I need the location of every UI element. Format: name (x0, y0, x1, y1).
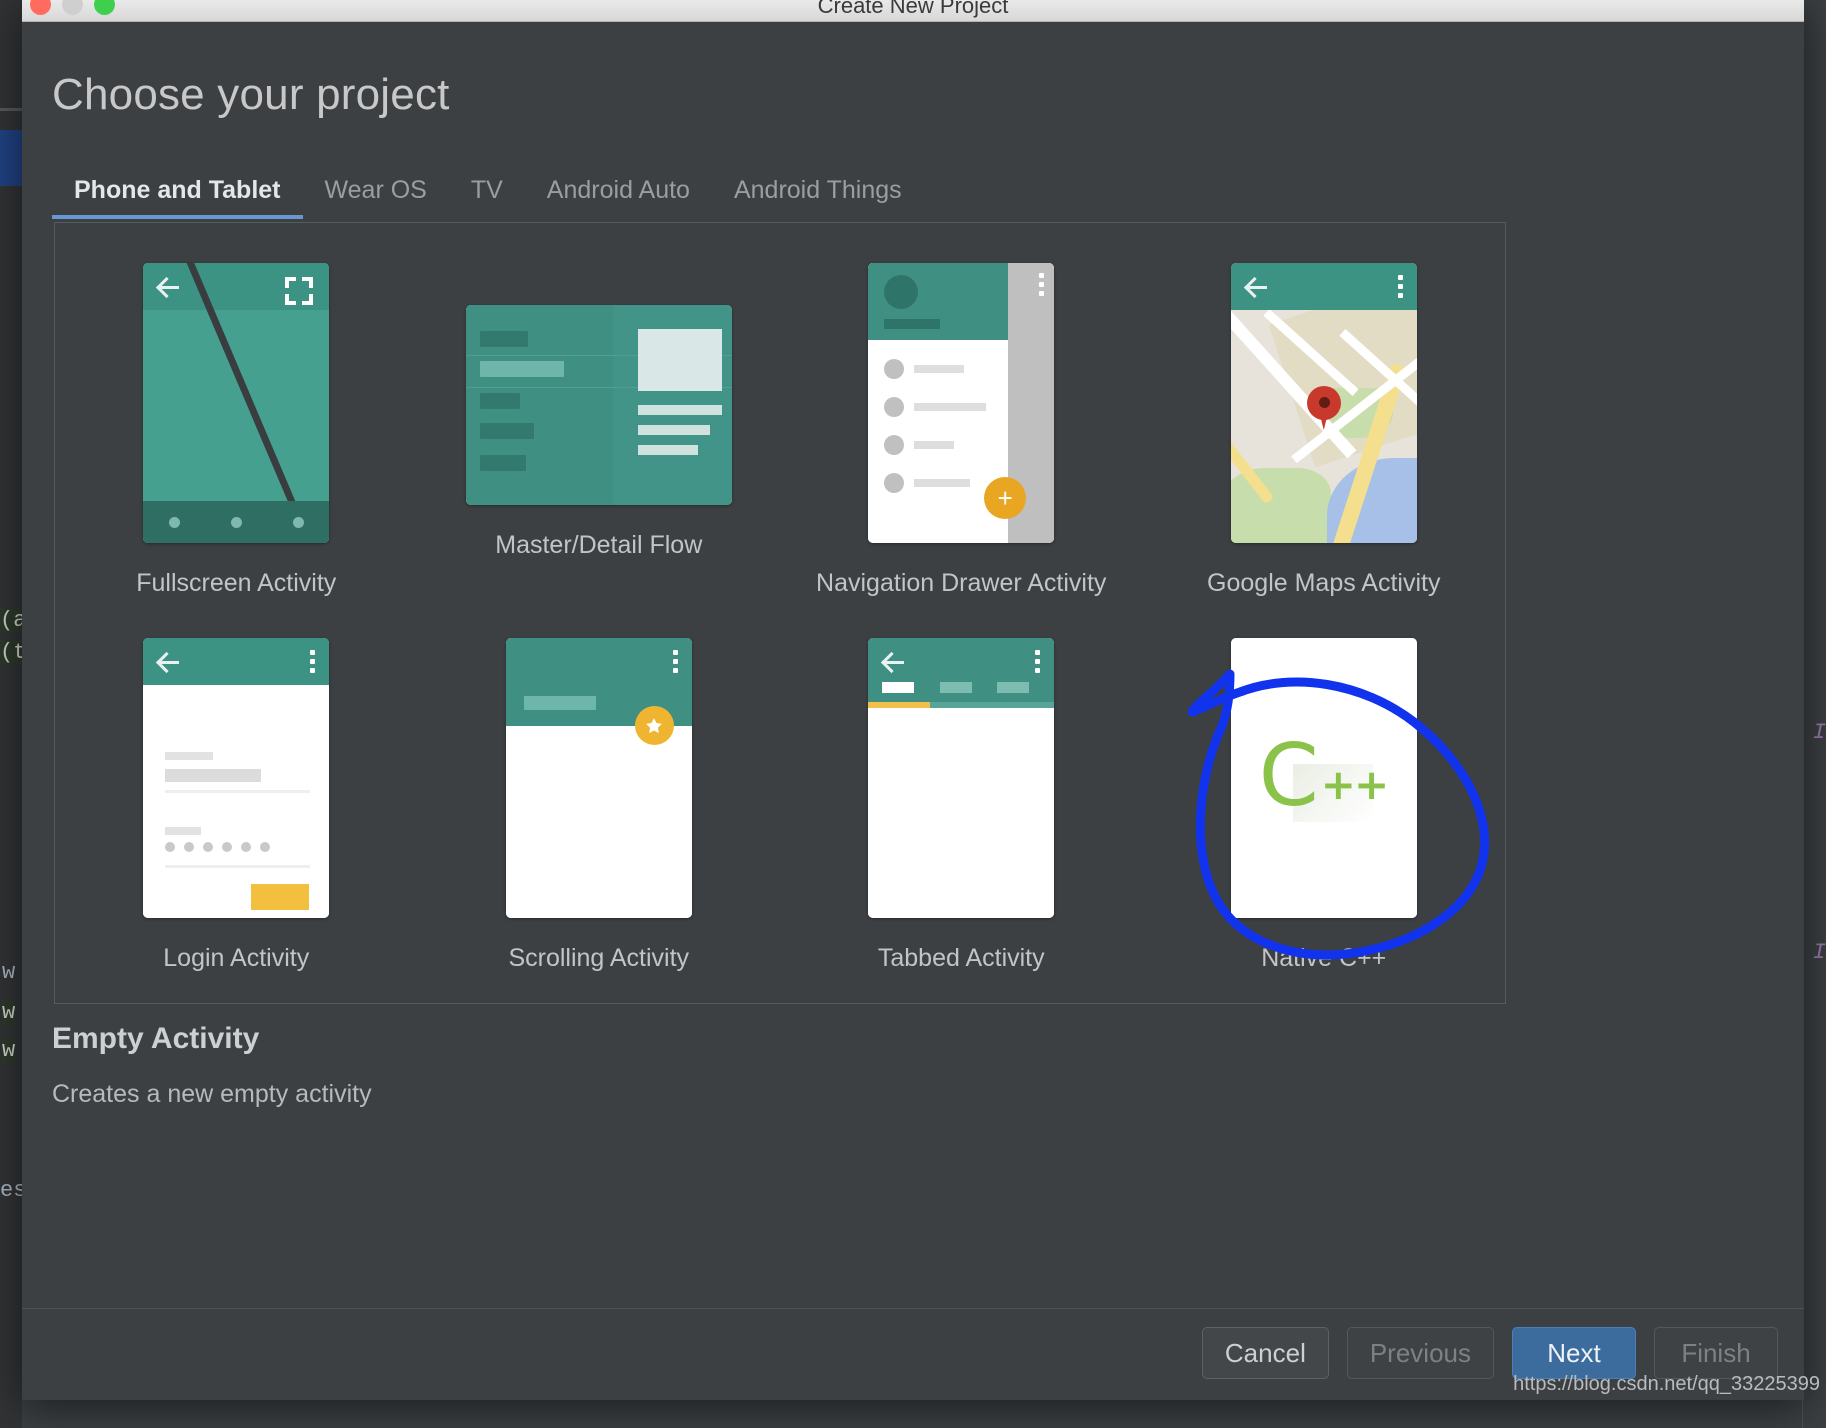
template-label: Bottom Navigation Activity (1179, 222, 1468, 223)
template-label: Fullscreen Activity (136, 569, 337, 597)
thumbnail-login-activity (143, 638, 330, 918)
selected-template-description: Creates a new empty activity (52, 1080, 372, 1108)
overflow-menu-icon (1039, 273, 1045, 297)
template-label: Tabbed Activity (877, 944, 1045, 972)
finish-button[interactable]: Finish (1654, 1327, 1778, 1379)
page-title: Choose your project (52, 70, 450, 119)
ide-right-edge (1802, 0, 1826, 1428)
back-arrow-icon (1245, 275, 1269, 299)
template-cell-bottom-navigation-activity[interactable]: Bottom Navigation Activity (1143, 222, 1506, 223)
tab-tv[interactable]: TV (449, 170, 525, 219)
template-label: Login Activity (163, 944, 310, 972)
overflow-menu-icon (672, 650, 678, 674)
create-new-project-dialog: Create New Project Choose your project P… (22, 0, 1804, 1400)
next-button[interactable]: Next (1512, 1327, 1636, 1379)
fullscreen-expand-icon (285, 277, 314, 305)
template-grid-panel[interactable]: Add No Activity Basic Activity Empty Act… (54, 222, 1506, 1004)
template-cell-fullscreen-activity[interactable]: Fullscreen Activity (55, 259, 418, 598)
template-label: Scrolling Activity (508, 944, 690, 972)
ide-code-fragment: I (1812, 720, 1826, 745)
tab-android-things[interactable]: Android Things (712, 170, 924, 219)
ide-left-gutter (0, 0, 22, 1428)
cpp-logo-icon: C ++ (1258, 726, 1389, 826)
thumbnail-master-detail-flow (465, 305, 732, 505)
ide-highlight-line (0, 130, 22, 186)
template-row-3: Login Activity Scrolling Activity Tabbed… (55, 634, 1505, 973)
overflow-menu-icon (310, 650, 316, 674)
back-arrow-icon (157, 275, 181, 299)
template-cell-master-detail-flow[interactable]: Master/Detail Flow (418, 259, 781, 598)
cancel-button[interactable]: Cancel (1201, 1327, 1329, 1379)
template-label: Navigation Drawer Activity (816, 569, 1107, 597)
template-cell-scrolling-activity[interactable]: Scrolling Activity (418, 634, 781, 973)
back-arrow-icon (157, 650, 181, 674)
template-scroll-container: Add No Activity Basic Activity Empty Act… (55, 222, 1505, 973)
nav-bar-dots (143, 501, 330, 543)
template-cell-login-activity[interactable]: Login Activity (55, 634, 418, 973)
thumbnail-tabbed-activity (868, 638, 1055, 918)
template-cell-navigation-drawer-activity[interactable]: + Navigation Drawer Activity (780, 259, 1143, 598)
template-cell-tabbed-activity[interactable]: Tabbed Activity (780, 634, 1143, 973)
dialog-body: Choose your project Phone and Tablet Wea… (22, 22, 1804, 1400)
map-pin-icon (1306, 386, 1341, 430)
window-title: Create New Project (817, 0, 1009, 18)
template-cell-native-cpp[interactable]: C ++ Native C++ (1143, 634, 1506, 973)
template-row-2: Fullscreen Activity Master/Detail Flow +… (55, 259, 1505, 598)
template-label: Google Maps Activity (1207, 569, 1441, 597)
ide-divider (0, 108, 22, 111)
ide-code-fragment: w (2, 1038, 16, 1063)
template-label: Basic Activity (526, 222, 672, 223)
template-cell-add-no-activity[interactable]: Add No Activity (55, 222, 418, 223)
template-label: Master/Detail Flow (495, 531, 703, 559)
ide-code-fragment: w (2, 1000, 16, 1025)
category-tab-bar: Phone and Tablet Wear OS TV Android Auto… (52, 170, 924, 219)
template-cell-basic-activity[interactable]: Basic Activity (418, 222, 781, 223)
thumbnail-scrolling-activity (505, 638, 692, 918)
overflow-menu-icon (1035, 650, 1041, 674)
thumbnail-google-maps-activity (1230, 263, 1417, 543)
watermark: https://blog.csdn.net/qq_33225399 (1513, 1373, 1820, 1395)
previous-button[interactable]: Previous (1346, 1327, 1494, 1379)
tab-wear-os[interactable]: Wear OS (303, 170, 449, 219)
template-row-cut: Add No Activity Basic Activity Empty Act… (55, 222, 1505, 223)
window-titlebar[interactable]: Create New Project (22, 0, 1804, 22)
tab-android-auto[interactable]: Android Auto (525, 170, 712, 219)
template-cell-empty-activity[interactable]: Empty Activity (780, 222, 1143, 223)
back-arrow-icon (882, 650, 906, 674)
thumbnail-native-cpp: C ++ (1230, 638, 1417, 918)
dialog-button-row: Cancel Previous Next Finish (1201, 1327, 1778, 1379)
template-label: Native C++ (1261, 944, 1387, 972)
thumbnail-navigation-drawer-activity: + (868, 263, 1055, 543)
tab-phone-and-tablet[interactable]: Phone and Tablet (52, 170, 303, 219)
star-fab-icon (634, 706, 674, 745)
thumbnail-fullscreen-activity (143, 263, 330, 543)
selected-template-title: Empty Activity (52, 1022, 260, 1055)
ide-code-fragment: w (2, 960, 16, 985)
template-label: Empty Activity (857, 222, 1065, 223)
floating-action-button-icon: + (984, 477, 1027, 519)
template-cell-google-maps-activity[interactable]: Google Maps Activity (1143, 259, 1506, 598)
overflow-menu-icon (1397, 275, 1403, 299)
ide-code-fragment: I (1812, 940, 1826, 965)
